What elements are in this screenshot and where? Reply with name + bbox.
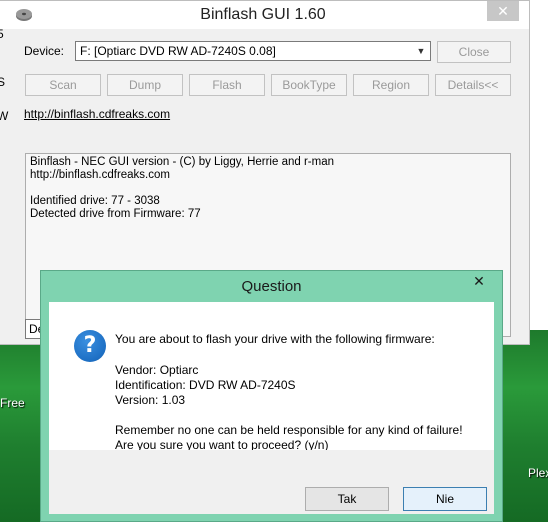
close-button[interactable]: Close <box>437 41 511 63</box>
chevron-down-icon: ▼ <box>416 46 426 56</box>
window-close-button[interactable]: ✕ <box>487 1 519 21</box>
edge-fragment: 5 <box>0 27 4 41</box>
device-select[interactable]: F: [Optiarc DVD RW AD-7240S 0.08] ▼ <box>75 41 431 61</box>
question-dialog: Question ✕ ? You are about to flash your… <box>40 270 503 522</box>
dialog-message-line: Version: 1.03 <box>115 393 186 407</box>
edge-fragment: W <box>0 109 9 123</box>
no-button[interactable]: Nie <box>403 487 487 511</box>
close-icon: ✕ <box>473 273 485 289</box>
log-line: http://binflash.cdfreaks.com <box>30 169 170 181</box>
device-select-value: F: [Optiarc DVD RW AD-7240S 0.08] <box>80 44 276 58</box>
details-button[interactable]: Details<< <box>435 74 511 96</box>
dialog-footer: Tak Nie <box>49 450 494 514</box>
close-icon: ✕ <box>497 3 509 19</box>
window-title: Binflash GUI 1.60 <box>200 6 326 23</box>
question-icon: ? <box>74 330 106 362</box>
window-titlebar[interactable]: Binflash GUI 1.60 ✕ <box>0 1 529 29</box>
dialog-message-line: Identification: DVD RW AD-7240S <box>115 378 296 392</box>
log-line: Identified drive: 77 - 3038 <box>30 195 160 207</box>
yes-button[interactable]: Tak <box>305 487 389 511</box>
dialog-body: ? You are about to flash your drive with… <box>49 302 494 452</box>
edge-fragment: S <box>0 75 6 89</box>
dump-button[interactable]: Dump <box>107 74 183 96</box>
dialog-title: Question <box>241 278 302 295</box>
dialog-message-line: Remember no one can be held responsible … <box>115 423 463 437</box>
device-label: Device: <box>24 44 65 58</box>
dialog-close-button[interactable]: ✕ <box>464 271 494 291</box>
desktop-icon-label-free[interactable]: Free <box>0 396 25 410</box>
booktype-button[interactable]: BookType <box>271 74 347 96</box>
log-line: Detected drive from Firmware: 77 <box>30 208 201 220</box>
log-line: Binflash - NEC GUI version - (C) by Ligg… <box>30 156 334 168</box>
dialog-message-line: You are about to flash your drive with t… <box>115 332 435 346</box>
desktop-icon-label-plex[interactable]: Plex <box>528 466 548 480</box>
dialog-message-line: Vendor: Optiarc <box>115 363 199 377</box>
scan-button[interactable]: Scan <box>25 74 101 96</box>
website-link[interactable]: http://binflash.cdfreaks.com <box>24 107 170 121</box>
region-button[interactable]: Region <box>353 74 429 96</box>
flash-button[interactable]: Flash <box>189 74 265 96</box>
